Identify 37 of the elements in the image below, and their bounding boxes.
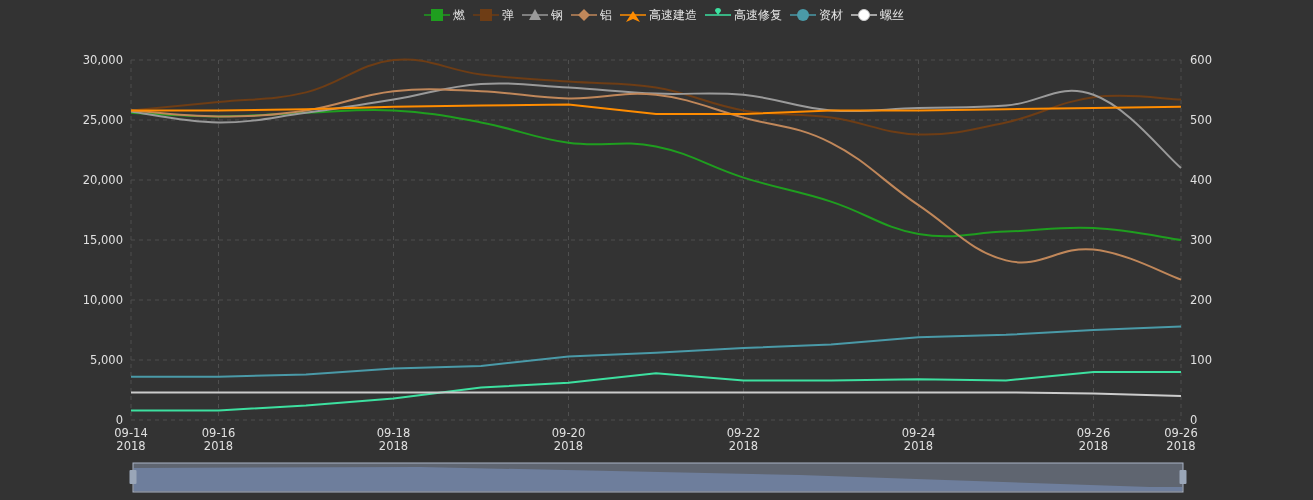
axis-tick-label: 0 [115,413,123,427]
axis-tick-label: 09-26 2018 [1164,426,1198,453]
legend-label[interactable]: 燃 [452,6,465,24]
axis-tick-label: 10,000 [82,293,123,307]
axis-tick-label: 20,000 [82,173,123,187]
legend-marker-icon [570,8,597,22]
axis-tick-label: 09-16 2018 [201,426,236,453]
legend-label[interactable]: 资材 [818,6,843,24]
axis-tick-label: 09-14 2018 [114,426,148,453]
legend-label[interactable]: 弹 [501,6,514,24]
axis-tick-label: 25,000 [82,113,123,127]
legend-label[interactable]: 铝 [599,6,612,24]
axis-tick-label: 09-24 2018 [901,426,936,453]
axis-tick-label: 09-22 2018 [726,426,761,453]
legend-marker-icon [472,8,499,22]
axis-tick-label: 500 [1190,113,1212,127]
legend-marker-icon [423,8,450,22]
axis-tick-label: 5,000 [90,353,123,367]
legend-marker-icon [789,8,816,22]
axis-tick-label: 09-26 2018 [1076,426,1111,453]
axis-tick-label: 300 [1190,233,1212,247]
axis-tick-label: 30,000 [82,53,123,67]
legend-label[interactable]: 高速建造 [648,6,697,24]
legend-marker-icon [521,8,548,22]
axis-tick-label: 600 [1190,53,1212,67]
legend-marker-icon [850,8,877,22]
axis-tick-label: 09-18 2018 [376,426,411,453]
axis-tick-label: 400 [1190,173,1212,187]
legend-label[interactable]: 螺丝 [879,6,904,24]
legend-label[interactable]: 钢 [550,6,563,24]
axis-tick-label: 09-20 2018 [551,426,586,453]
axis-tick-label: 200 [1190,293,1212,307]
axis-tick-label: 0 [1190,413,1198,427]
axis-tick-label: 100 [1190,353,1212,367]
data-zoom-slider[interactable] [129,462,1187,493]
legend-label[interactable]: 高速修复 [733,6,782,24]
axis-tick-label: 15,000 [82,233,123,247]
